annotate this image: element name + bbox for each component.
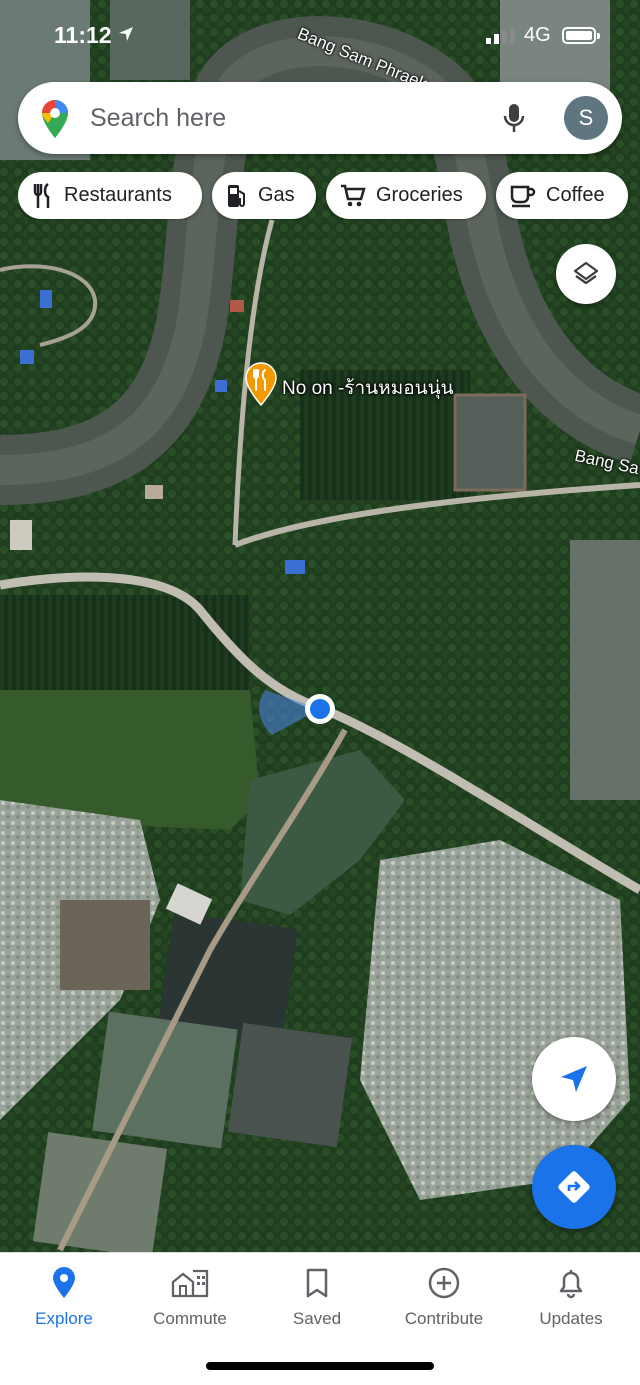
status-time: 11:12 <box>54 22 112 48</box>
network-type: 4G <box>524 24 551 46</box>
chip-label: Groceries <box>376 184 463 206</box>
nav-label: Explore <box>35 1309 93 1328</box>
signal-icon <box>486 28 515 44</box>
poi-label[interactable]: No on -ร้านหมอนนุ่น <box>282 373 454 403</box>
search-input[interactable]: Search here <box>90 104 226 133</box>
location-services-icon <box>119 27 133 41</box>
chip-label: Restaurants <box>64 184 172 206</box>
restaurant-pin-icon <box>245 362 277 407</box>
fork-knife-icon <box>33 182 50 208</box>
cart-icon <box>341 184 366 206</box>
status-bar: 11:12 4G <box>0 0 640 70</box>
home-indicator[interactable] <box>206 1362 434 1370</box>
account-avatar[interactable]: S <box>564 96 608 140</box>
commute-icon <box>171 1269 209 1298</box>
search-bar[interactable]: Search here S <box>18 82 622 154</box>
add-circle-icon <box>428 1267 460 1299</box>
restaurant-poi-marker[interactable] <box>244 362 278 411</box>
chip-label: Coffee <box>546 184 605 206</box>
nav-commute[interactable]: Commute <box>126 1263 254 1329</box>
bell-icon <box>559 1270 583 1299</box>
my-location-button[interactable] <box>532 1037 616 1121</box>
nav-updates[interactable]: Updates <box>507 1263 635 1329</box>
nav-label: Updates <box>539 1309 603 1328</box>
chip-label: Gas <box>258 184 295 206</box>
nav-explore[interactable]: Explore <box>0 1263 128 1329</box>
navigation-arrow-icon <box>561 1066 587 1092</box>
bookmark-icon <box>306 1268 328 1298</box>
map-layers-button[interactable] <box>556 244 616 304</box>
chip-groceries[interactable]: Groceries <box>326 172 486 219</box>
location-pin-icon <box>53 1267 75 1298</box>
nav-label: Commute <box>153 1309 227 1328</box>
chip-coffee[interactable]: Coffee <box>496 172 628 219</box>
chip-restaurants[interactable]: Restaurants <box>18 172 202 219</box>
gas-pump-icon <box>228 184 245 207</box>
battery-icon <box>562 27 600 44</box>
nav-contribute[interactable]: Contribute <box>380 1263 508 1329</box>
category-chips: Restaurants Gas Groceries Coffee <box>18 172 640 220</box>
directions-icon <box>558 1171 590 1203</box>
microphone-icon[interactable] <box>500 102 528 136</box>
nav-saved[interactable]: Saved <box>253 1263 381 1329</box>
nav-label: Saved <box>292 1309 342 1328</box>
coffee-cup-icon <box>510 185 536 207</box>
nav-label: Contribute <box>404 1309 484 1328</box>
chip-gas[interactable]: Gas <box>212 172 316 219</box>
layers-icon <box>573 261 599 285</box>
google-maps-logo-icon <box>42 100 68 138</box>
directions-button[interactable] <box>532 1145 616 1229</box>
